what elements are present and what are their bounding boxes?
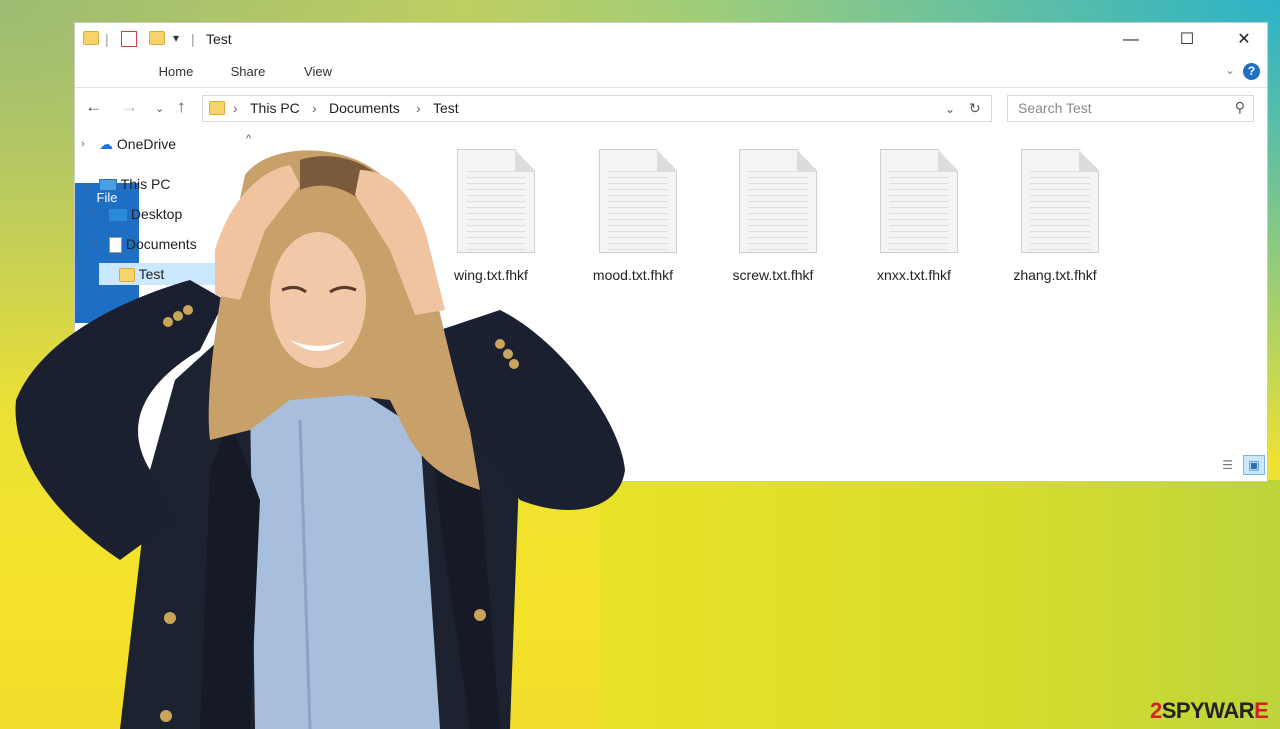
help-icon[interactable]: ? (1243, 63, 1260, 80)
large-icons-view-icon[interactable]: ▣ (1243, 455, 1265, 475)
file-item[interactable]: screw.txt.fhkf (717, 149, 829, 289)
file-item[interactable]: zhang.txt.fhkf (999, 149, 1111, 289)
file-item[interactable]: xnxx.txt.fhkf (858, 149, 970, 289)
background-gradient (600, 480, 1280, 729)
brand-middle: SPYWAR (1161, 698, 1255, 723)
maximize-button[interactable]: ☐ (1164, 25, 1210, 55)
close-button[interactable]: ✕ (1221, 25, 1267, 55)
page-fold (1079, 149, 1099, 172)
stressed-woman-image (15, 150, 625, 729)
view-toggle: ☰ ▣ (1217, 455, 1265, 479)
details-view-icon[interactable]: ☰ (1217, 455, 1239, 475)
refresh-icon[interactable]: ↻ (969, 100, 981, 117)
minimize-button[interactable]: — (1108, 25, 1154, 55)
search-input[interactable]: Search Test (1018, 100, 1092, 116)
address-dropdown-icon[interactable]: ⌄ (945, 102, 955, 116)
file-name: screw.txt.fhkf (732, 267, 814, 283)
brand-prefix: 2 (1150, 698, 1162, 723)
brand-suffix: E (1254, 698, 1269, 723)
page-fold (938, 149, 958, 172)
file-name: xnxx.txt.fhkf (877, 267, 951, 283)
file-name: zhang.txt.fhkf (1013, 267, 1097, 283)
page-fold (797, 149, 817, 172)
expand-ribbon-icon[interactable]: ⌄ (1225, 63, 1235, 77)
brand-logo: 2SPYWARE (1150, 698, 1269, 724)
search-box[interactable]: Search Test ⚲ (1007, 95, 1254, 122)
page-fold (657, 149, 677, 172)
search-icon[interactable]: ⚲ (1235, 99, 1245, 116)
